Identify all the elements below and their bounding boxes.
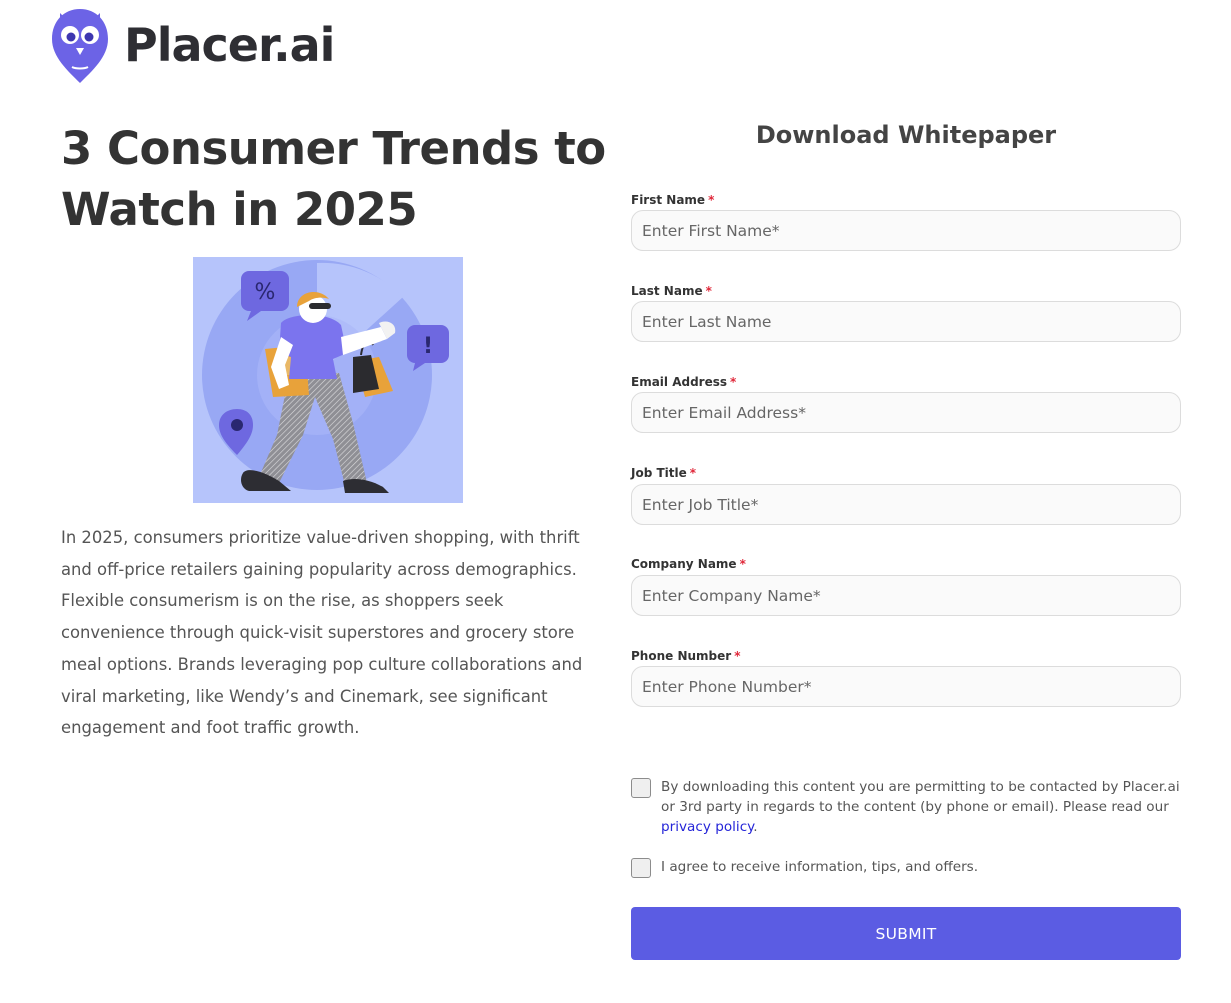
page-title: 3 Consumer Trends to Watch in 2025 (61, 122, 606, 236)
privacy-policy-link[interactable]: privacy policy (661, 819, 753, 835)
offers-consent: I agree to receive information, tips, an… (631, 857, 1181, 878)
offers-consent-text: I agree to receive information, tips, an… (661, 859, 979, 875)
email-field[interactable] (631, 392, 1181, 433)
owl-logo-icon (52, 9, 108, 83)
contact-consent: By downloading this content you are perm… (631, 777, 1181, 837)
hero-illustration: % ! (193, 257, 463, 503)
last-name-label: Last Name * (631, 284, 712, 298)
company-name-label: Company Name * (631, 557, 746, 571)
contact-consent-checkbox[interactable] (631, 778, 651, 798)
email-label: Email Address * (631, 375, 737, 389)
job-title-field[interactable] (631, 484, 1181, 525)
svg-text:%: % (255, 280, 276, 305)
contact-consent-text: By downloading this content you are perm… (661, 779, 1180, 835)
brand-name: Placer.ai (124, 18, 335, 72)
phone-number-label: Phone Number * (631, 649, 741, 663)
phone-number-field[interactable] (631, 666, 1181, 707)
company-name-field[interactable] (631, 575, 1181, 616)
first-name-field[interactable] (631, 210, 1181, 251)
submit-button[interactable]: SUBMIT (631, 907, 1181, 960)
hero-description: In 2025, consumers prioritize value-driv… (61, 528, 583, 738)
offers-consent-checkbox[interactable] (631, 858, 651, 878)
download-form: Download Whitepaper First Name* Last Nam… (631, 0, 1181, 1003)
shopper-illustration-icon: % ! (193, 257, 463, 503)
first-name-label: First Name * (631, 193, 715, 207)
placer-logo[interactable]: Placer.ai (50, 5, 335, 85)
svg-text:!: ! (423, 334, 433, 359)
form-title: Download Whitepaper (755, 121, 1057, 149)
last-name-field[interactable] (631, 301, 1181, 342)
job-title-label: Job Title * (631, 466, 697, 480)
